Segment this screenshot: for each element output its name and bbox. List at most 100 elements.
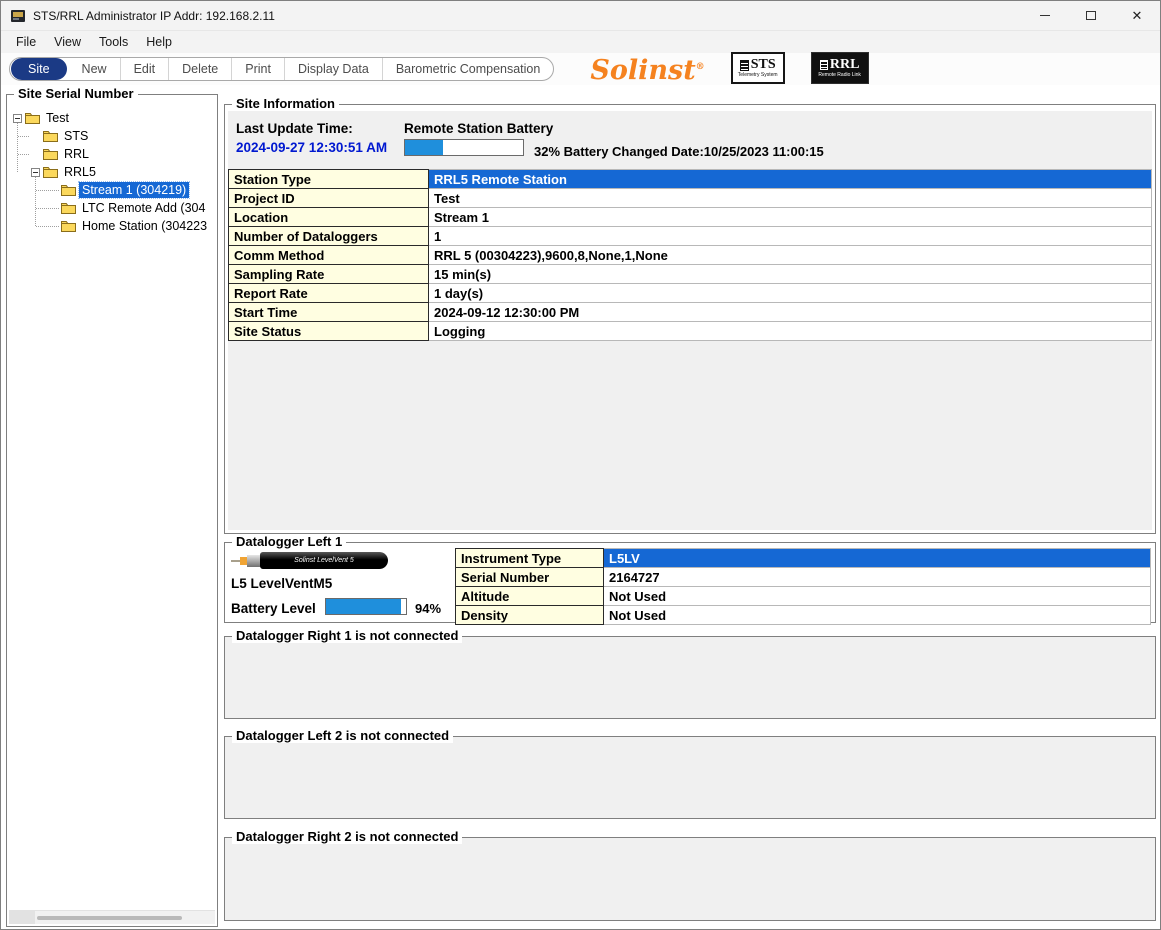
table-row[interactable]: Comm MethodRRL 5 (00304223),9600,8,None,… [229,246,1152,265]
menu-help[interactable]: Help [137,33,181,51]
app-window: STS/RRL Administrator IP Addr: 192.168.2… [0,0,1161,930]
table-row[interactable]: DensityNot Used [456,606,1151,625]
folder-icon [43,148,58,160]
tree-item-ltc-remote[interactable]: LTC Remote Add (304 [9,199,215,217]
rrl-logo-icon [820,60,828,70]
table-row[interactable]: Station TypeRRL5 Remote Station [229,170,1152,189]
close-icon: ✕ [1132,8,1143,24]
row-value: Not Used [604,587,1151,606]
menu-tools[interactable]: Tools [90,33,137,51]
row-label: Altitude [456,587,604,606]
tree-item-rrl[interactable]: RRL [9,145,215,163]
close-button[interactable]: ✕ [1114,1,1160,30]
row-value: 2164727 [604,568,1151,587]
row-value: RRL5 Remote Station [429,170,1152,189]
tree-item-rrl5[interactable]: RRL5 [9,163,215,181]
table-row[interactable]: Serial Number2164727 [456,568,1151,587]
folder-icon [61,202,76,214]
datalogger-info-table: Instrument TypeL5LV Serial Number2164727… [455,548,1151,625]
row-value: 1 day(s) [429,284,1152,303]
row-label: Instrument Type [456,549,604,568]
row-label: Number of Dataloggers [229,227,429,246]
table-row[interactable]: Report Rate1 day(s) [229,284,1152,303]
datalogger-right2-panel: Datalogger Right 2 is not connected [224,837,1156,921]
site-tree: Test STS RRL RRL5 Stream 1 (304219) [9,103,215,906]
row-label: Comm Method [229,246,429,265]
print-button[interactable]: Print [231,58,284,80]
table-row[interactable]: Number of Dataloggers1 [229,227,1152,246]
new-button[interactable]: New [69,58,120,80]
row-label: Station Type [229,170,429,189]
datalogger-battery-bar [325,598,407,615]
registered-mark: ® [696,62,705,72]
site-info-table: Station TypeRRL5 Remote Station Project … [228,169,1152,341]
menu-view[interactable]: View [45,33,90,51]
row-label: Location [229,208,429,227]
row-value: Not Used [604,606,1151,625]
tree-item-stream1[interactable]: Stream 1 (304219) [9,181,215,199]
horizontal-scrollbar[interactable] [9,910,215,924]
delete-button[interactable]: Delete [168,58,231,80]
device-name: L5 LevelVentM5 [231,576,332,591]
site-button[interactable]: Site [11,58,67,80]
device-cable [231,560,240,562]
datalogger-right1-panel: Datalogger Right 1 is not connected [224,636,1156,719]
table-row[interactable]: Start Time2024-09-12 12:30:00 PM [229,303,1152,322]
folder-icon [61,184,76,196]
table-row[interactable]: Sampling Rate15 min(s) [229,265,1152,284]
menubar: File View Tools Help [1,31,1160,53]
tree-item-test[interactable]: Test [9,109,215,127]
remote-station-battery-label: Remote Station Battery [404,121,553,136]
battery-fill [405,140,443,155]
maximize-button[interactable] [1068,1,1114,30]
scrollbar-thumb[interactable] [37,916,182,920]
menu-file[interactable]: File [7,33,45,51]
display-data-button[interactable]: Display Data [284,58,382,80]
table-row[interactable]: Site StatusLogging [229,322,1152,341]
panel-title: Datalogger Right 2 is not connected [232,829,462,844]
row-label: Density [456,606,604,625]
tree-item-sts[interactable]: STS [9,127,215,145]
row-label: Report Rate [229,284,429,303]
sts-logo: STS Telemetry System [731,52,785,84]
collapse-icon[interactable] [31,168,40,177]
table-row[interactable]: Instrument TypeL5LV [456,549,1151,568]
row-value: Stream 1 [429,208,1152,227]
site-information-panel: Site Information Last Update Time: 2024-… [224,104,1156,534]
window-controls: ✕ [1022,1,1160,30]
row-label: Serial Number [456,568,604,587]
sts-logo-title: STS [751,58,776,72]
tree-item-label: LTC Remote Add (304 [79,200,208,216]
battery-status-text: 32% Battery Changed Date:10/25/2023 11:0… [534,144,824,159]
datalogger-left1-panel: Datalogger Left 1 Solinst LevelVent 5 L5… [224,542,1156,623]
row-value: L5LV [604,549,1151,568]
tree-item-home-station[interactable]: Home Station (304223 [9,217,215,235]
device-neck [247,555,260,567]
window-title: STS/RRL Administrator IP Addr: 192.168.2… [33,9,275,23]
last-update-label: Last Update Time: [236,121,353,136]
tree-item-label: STS [61,128,91,144]
maximize-icon [1086,11,1096,20]
battery-percent-text: 94% [415,601,441,616]
minimize-button[interactable] [1022,1,1068,30]
rrl-logo-title: RRL [830,58,860,72]
folder-icon [25,112,40,124]
panel-title: Datalogger Left 1 [232,534,346,549]
row-value: 15 min(s) [429,265,1152,284]
datalogger-left2-panel: Datalogger Left 2 is not connected [224,736,1156,819]
row-value: RRL 5 (00304223),9600,8,None,1,None [429,246,1152,265]
scrollbar-button[interactable] [9,911,35,924]
titlebar: STS/RRL Administrator IP Addr: 192.168.2… [1,1,1160,31]
barometric-compensation-button[interactable]: Barometric Compensation [382,58,554,80]
row-label: Start Time [229,303,429,322]
table-row[interactable]: AltitudeNot Used [456,587,1151,606]
solinst-logo: Solinst® [590,52,704,86]
row-value: Test [429,189,1152,208]
app-icon[interactable] [10,8,26,24]
table-row[interactable]: Project IDTest [229,189,1152,208]
table-row[interactable]: LocationStream 1 [229,208,1152,227]
edit-button[interactable]: Edit [120,58,169,80]
remote-station-battery-bar [404,139,524,156]
battery-fill [326,599,401,614]
collapse-icon[interactable] [13,114,22,123]
